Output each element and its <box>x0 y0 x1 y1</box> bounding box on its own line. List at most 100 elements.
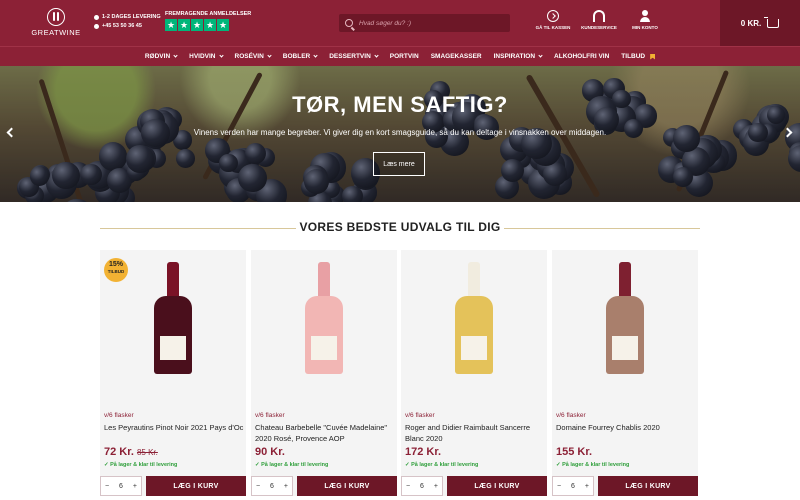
star-icon: ★ <box>204 19 216 31</box>
search-icon[interactable] <box>345 19 353 27</box>
add-to-cart-button[interactable]: LÆG I KURV <box>297 476 397 496</box>
nav-item-rodvin[interactable]: RØDVIN <box>144 53 178 60</box>
search-input[interactable] <box>359 19 509 27</box>
product-card[interactable]: v/6 flasker Chateau Barbebelle "Cuvée Ma… <box>251 250 397 496</box>
trustpilot-widget[interactable]: FREMRAGENDE ANMELDELSER ★ ★ ★ ★ ★ <box>165 11 251 31</box>
stock-status: ✓ På lager & klar til levering <box>556 462 630 468</box>
product-card[interactable]: v/6 flasker Domaine Fourrey Chablis 2020… <box>552 250 698 496</box>
product-name[interactable]: Domaine Fourrey Chablis 2020 <box>556 422 696 433</box>
stock-status: ✓ På lager & klar til levering <box>255 462 329 468</box>
product-image[interactable] <box>401 250 547 406</box>
quantity-stepper[interactable]: − 6 + <box>401 476 443 496</box>
quantity-value[interactable]: 6 <box>119 483 123 490</box>
chevron-down-icon <box>218 53 224 58</box>
nav-item-dessertvin[interactable]: DESSERTVIN <box>329 53 379 60</box>
discount-badge: 15% TILBUD <box>104 258 128 282</box>
arrow-right-circle-icon <box>547 10 559 22</box>
stock-status: ✓ På lager & klar til levering <box>405 462 479 468</box>
chevron-down-icon <box>313 53 318 58</box>
nav-label: DESSERTVIN <box>329 53 371 60</box>
add-to-cart-button[interactable]: LÆG I KURV <box>598 476 698 496</box>
plus-icon[interactable]: + <box>133 483 137 490</box>
product-card[interactable]: 15% TILBUD v/6 flasker Les Peyrautins Pi… <box>100 250 246 496</box>
quantity-value[interactable]: 6 <box>270 483 274 490</box>
product-image[interactable]: 15% TILBUD <box>100 250 246 406</box>
wine-bottle <box>606 262 644 374</box>
case-size: v/6 flasker <box>405 412 435 419</box>
minus-icon[interactable]: − <box>557 483 561 490</box>
add-to-cart-button[interactable]: LÆG I KURV <box>447 476 547 496</box>
plus-icon[interactable]: + <box>434 483 438 490</box>
product-price: 155 Kr. <box>556 446 592 458</box>
phone-icon <box>94 24 99 29</box>
nav-item-hvidvin[interactable]: HVIDVIN <box>189 53 224 60</box>
nav-label: INSPIRATION <box>493 53 536 60</box>
minus-icon[interactable]: − <box>256 483 260 490</box>
hero-title: TØR, MEN SAFTIG? <box>292 92 508 117</box>
header-links: GÅ TIL KASSEN KUNDESERVICE MIN KONTO <box>530 10 668 30</box>
case-size: v/6 flasker <box>255 412 285 419</box>
product-price: 90 Kr. <box>255 446 285 458</box>
plus-icon[interactable]: + <box>585 483 589 490</box>
product-card[interactable]: v/6 flasker Roger and Didier Raimbault S… <box>401 250 547 496</box>
discount-text: TILBUD <box>107 269 125 274</box>
star-icon: ★ <box>178 19 190 31</box>
main-nav: RØDVIN HVIDVIN ROSÉVIN BOBLER DESSERTVIN… <box>0 46 800 66</box>
wine-bottle <box>154 262 192 374</box>
minus-icon[interactable]: − <box>406 483 410 490</box>
search-bar[interactable] <box>339 14 510 32</box>
product-name[interactable]: Chateau Barbebelle "Cuvée Madelaine" 202… <box>255 422 395 444</box>
quantity-stepper[interactable]: − 6 + <box>552 476 594 496</box>
cart-total: 0 KR. <box>740 18 762 28</box>
plus-icon[interactable]: + <box>284 483 288 490</box>
bottle-label <box>612 336 638 360</box>
nav-label: RØDVIN <box>144 53 171 60</box>
nav-item-portvin[interactable]: PORTVIN <box>390 53 419 60</box>
nav-item-rosevin[interactable]: ROSÉVIN <box>235 53 272 60</box>
bottle-body <box>305 296 343 374</box>
nav-item-tilbud[interactable]: TILBUD <box>621 53 656 60</box>
product-name[interactable]: Les Peyrautins Pinot Noir 2021 Pays d'Oc <box>104 422 244 433</box>
contact-info: 1-2 DAGES LEVERING +45 53 50 36 45 <box>94 13 161 31</box>
stock-status: ✓ På lager & klar til levering <box>104 462 178 468</box>
current-price: 72 Kr. <box>104 446 134 458</box>
chevron-down-icon <box>267 53 272 58</box>
nav-label: SMAGEKASSER <box>430 53 482 60</box>
phone-number[interactable]: +45 53 50 36 45 <box>102 22 142 31</box>
user-icon <box>639 10 651 22</box>
quantity-stepper[interactable]: − 6 + <box>251 476 293 496</box>
nav-item-alkoholfri[interactable]: ALKOHOLFRI VIN <box>554 53 609 60</box>
logo[interactable]: GREATWINE <box>28 8 84 37</box>
nav-label: HVIDVIN <box>189 53 216 60</box>
current-price: 172 Kr. <box>405 446 442 458</box>
product-image[interactable] <box>251 250 397 406</box>
bottle-body <box>154 296 192 374</box>
tag-icon <box>650 53 656 60</box>
nav-label: ALKOHOLFRI VIN <box>554 53 610 60</box>
product-name[interactable]: Roger and Didier Raimbault Sancerre Blan… <box>405 422 545 444</box>
old-price: 85 Kr. <box>136 448 158 457</box>
product-price: 172 Kr. <box>405 446 441 458</box>
star-icon: ★ <box>217 19 229 31</box>
account-link[interactable]: MIN KONTO <box>622 10 668 30</box>
case-size: v/6 flasker <box>104 412 134 419</box>
nav-item-bobler[interactable]: BOBLER <box>283 53 318 60</box>
section-divider <box>504 228 700 229</box>
delivery-text: 1-2 DAGES LEVERING <box>102 14 161 20</box>
chevron-down-icon <box>173 53 178 58</box>
quantity-value[interactable]: 6 <box>420 483 424 490</box>
checkout-link[interactable]: GÅ TIL KASSEN <box>530 10 576 30</box>
nav-item-inspiration[interactable]: INSPIRATION <box>493 53 543 60</box>
add-to-cart-button[interactable]: LÆG I KURV <box>146 476 246 496</box>
trustpilot-label: FREMRAGENDE ANMELDELSER <box>165 11 252 17</box>
bottle-label <box>311 336 337 360</box>
headset-icon <box>593 10 605 22</box>
minus-icon[interactable]: − <box>105 483 109 490</box>
cart-button[interactable]: 0 KR. <box>720 0 800 46</box>
product-image[interactable] <box>552 250 698 406</box>
customer-service-link[interactable]: KUNDESERVICE <box>576 10 622 30</box>
quantity-stepper[interactable]: − 6 + <box>100 476 142 496</box>
quantity-value[interactable]: 6 <box>571 483 575 490</box>
nav-item-smagekasser[interactable]: SMAGEKASSER <box>431 53 482 60</box>
read-more-button[interactable]: Læs mere <box>373 152 425 176</box>
